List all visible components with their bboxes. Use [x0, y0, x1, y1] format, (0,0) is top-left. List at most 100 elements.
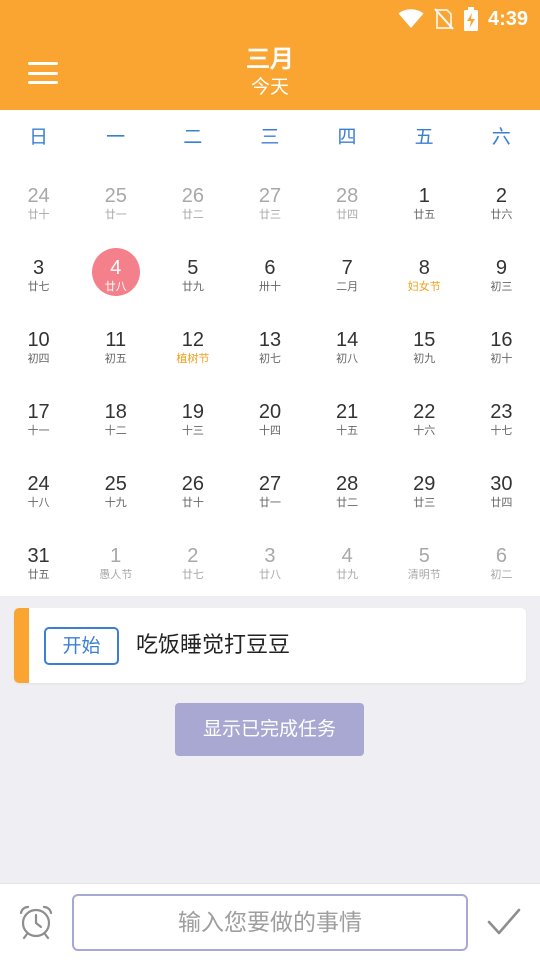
lunar-date: 廿八	[104, 280, 127, 293]
weekday-label: 三	[260, 126, 280, 148]
day-number: 28	[336, 185, 359, 207]
show-completed-button[interactable]: 显示已完成任务	[175, 703, 364, 756]
calendar-day[interactable]: 4 廿九	[309, 524, 386, 596]
calendar-day[interactable]: 13 初七	[231, 308, 308, 380]
calendar-day[interactable]: 11 初五	[77, 308, 154, 380]
day-number: 20	[258, 401, 282, 423]
lunar-date: 十四	[258, 424, 281, 437]
calendar-day[interactable]: 7 二月	[309, 236, 386, 308]
calendar-day[interactable]: 24 廿十	[0, 164, 77, 236]
festival-label: 妇女节	[407, 280, 441, 293]
calendar-day[interactable]: 26 廿十	[154, 452, 231, 524]
lunar-date: 清明节	[407, 568, 441, 581]
day-number: 19	[181, 401, 204, 423]
header-title-group: 三月 今天	[0, 44, 540, 100]
lunar-date: 初五	[104, 352, 127, 365]
task-text: 吃饭睡觉打豆豆	[136, 633, 291, 658]
calendar-day[interactable]: 12 植树节	[154, 308, 231, 380]
calendar-day[interactable]: 6 卅十	[231, 236, 308, 308]
calendar-day[interactable]: 3 廿七	[0, 236, 77, 308]
calendar-day[interactable]: 5 廿九	[154, 236, 231, 308]
calendar-day[interactable]: 25 十九	[77, 452, 154, 524]
day-number: 16	[490, 329, 513, 351]
calendar-day[interactable]: 30 廿四	[463, 452, 540, 524]
lunar-date: 廿四	[490, 496, 513, 509]
calendar-day-today[interactable]: 4 廿八	[77, 236, 154, 308]
calendar-day[interactable]: 6 初二	[463, 524, 540, 596]
day-number: 30	[490, 473, 513, 495]
festival-label: 植树节	[176, 352, 210, 365]
day-number: 25	[104, 473, 127, 495]
lunar-date: 二月	[336, 280, 359, 293]
lunar-date: 廿六	[490, 208, 513, 221]
calendar-day[interactable]: 22 十六	[386, 380, 463, 452]
lunar-date: 廿七	[27, 280, 50, 293]
calendar-day[interactable]: 9 初三	[463, 236, 540, 308]
calendar-day[interactable]: 28 廿二	[309, 452, 386, 524]
lunar-date: 廿二	[181, 208, 204, 221]
calendar-day[interactable]: 1 廿五	[386, 164, 463, 236]
lunar-date: 十五	[336, 424, 359, 437]
lunar-date: 廿一	[104, 208, 127, 221]
day-number: 25	[104, 185, 127, 207]
lunar-date: 十九	[104, 496, 127, 509]
lunar-date: 廿五	[27, 568, 50, 581]
lunar-date: 廿十	[181, 496, 204, 509]
calendar-day[interactable]: 15 初九	[386, 308, 463, 380]
calendar-day[interactable]: 29 廿三	[386, 452, 463, 524]
calendar-day[interactable]: 23 十七	[463, 380, 540, 452]
status-time: 4:39	[487, 7, 528, 30]
lunar-date: 十八	[27, 496, 50, 509]
calendar-day[interactable]: 5 清明节	[386, 524, 463, 596]
calendar-day[interactable]: 1 愚人节	[77, 524, 154, 596]
day-number: 24	[27, 473, 50, 495]
calendar-day[interactable]: 27 廿一	[231, 452, 308, 524]
calendar-day[interactable]: 19 十三	[154, 380, 231, 452]
task-card[interactable]: 开始 吃饭睡觉打豆豆	[14, 608, 526, 683]
day-number: 27	[258, 185, 282, 207]
task-priority-bar	[14, 608, 29, 683]
status-bar: 4:39	[398, 6, 528, 32]
input-bar	[0, 883, 540, 960]
day-number: 27	[258, 473, 282, 495]
day-number: 24	[27, 185, 50, 207]
calendar-day[interactable]: 2 廿七	[154, 524, 231, 596]
calendar-day[interactable]: 27 廿三	[231, 164, 308, 236]
today-subtitle[interactable]: 今天	[0, 74, 540, 100]
calendar-day[interactable]: 24 十八	[0, 452, 77, 524]
lunar-date: 十六	[413, 424, 436, 437]
day-number: 21	[336, 401, 359, 423]
day-number: 15	[413, 329, 436, 351]
calendar-day[interactable]: 28 廿四	[309, 164, 386, 236]
day-number: 18	[104, 401, 127, 423]
lunar-date: 廿十	[27, 208, 50, 221]
day-number: 2	[495, 185, 507, 207]
lunar-date: 廿四	[336, 208, 359, 221]
start-task-button[interactable]: 开始	[44, 627, 119, 665]
day-number: 3	[264, 545, 276, 567]
alarm-clock-icon[interactable]	[18, 904, 54, 940]
calendar-day[interactable]: 8 妇女节	[386, 236, 463, 308]
calendar-day[interactable]: 21 十五	[309, 380, 386, 452]
weekday-label: 五	[414, 126, 434, 148]
calendar-day[interactable]: 26 廿二	[154, 164, 231, 236]
calendar-day[interactable]: 10 初四	[0, 308, 77, 380]
calendar-day[interactable]: 14 初八	[309, 308, 386, 380]
calendar-day[interactable]: 31 廿五	[0, 524, 77, 596]
day-number: 26	[181, 473, 204, 495]
calendar-day[interactable]: 20 十四	[231, 380, 308, 452]
check-icon[interactable]	[486, 906, 522, 938]
calendar-day[interactable]: 2 廿六	[463, 164, 540, 236]
calendar-day[interactable]: 18 十二	[77, 380, 154, 452]
day-number: 17	[27, 401, 50, 423]
task-input[interactable]	[72, 894, 468, 951]
calendar-day[interactable]: 16 初十	[463, 308, 540, 380]
month-title[interactable]: 三月	[0, 44, 540, 74]
day-number: 5	[418, 545, 430, 567]
calendar-day[interactable]: 17 十一	[0, 380, 77, 452]
lunar-date: 愚人节	[99, 568, 133, 581]
weekday-label: 二	[183, 126, 203, 148]
calendar-day[interactable]: 25 廿一	[77, 164, 154, 236]
calendar-day[interactable]: 3 廿八	[231, 524, 308, 596]
day-number: 8	[418, 257, 430, 279]
